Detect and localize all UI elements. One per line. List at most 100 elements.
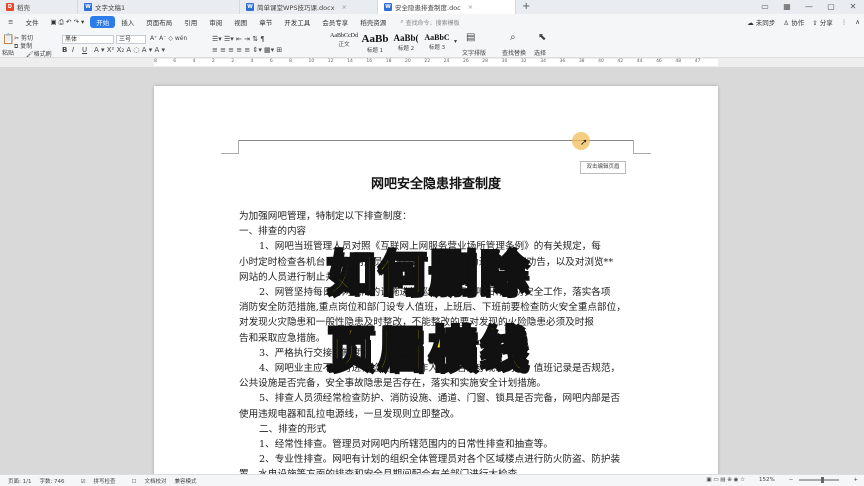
body-line[interactable]: 1、网吧当班管理人员对照《互联网上网服务营业场所管理条例》的有关规定，每 xyxy=(239,239,633,254)
underline-button[interactable]: U xyxy=(82,46,87,54)
document-page[interactable]: ➚ 双击编辑页眉 网吧安全隐患排查制度 为加强网吧管理，特制定以下排查制度： 一、… xyxy=(154,86,718,486)
checkbox-icon: ☐ xyxy=(131,478,137,485)
menu-right: ☁ 未同步 ♙ 协作 ⇪ 分享 ⋮ ∧ xyxy=(747,17,860,27)
zoom-level[interactable]: 152% xyxy=(759,477,775,483)
close-icon[interactable]: ✕ xyxy=(842,0,864,14)
body-line[interactable]: 二、排查的形式 xyxy=(239,422,633,437)
new-tab-button[interactable]: + xyxy=(516,0,536,14)
menu-view[interactable]: 视图 xyxy=(228,17,253,27)
ruler-tick-label: 20 xyxy=(405,59,411,64)
tab-document-2[interactable]: W 简单课堂WPS技巧课.docx × xyxy=(240,0,378,14)
style-heading-2[interactable]: AaBb( 标题 2 xyxy=(391,33,421,57)
zoom-in-icon[interactable]: + xyxy=(853,477,858,483)
grow-font-icon[interactable]: A⁺ A⁻ ◇ wén xyxy=(150,35,187,42)
menu-docer-resources[interactable]: 稻壳资源 xyxy=(354,17,392,27)
format-painter-button[interactable]: 🖌格式刷 xyxy=(26,49,52,58)
paste-icon[interactable]: 📋 xyxy=(2,34,14,45)
proofread-toggle[interactable]: ☐ 文档校对 xyxy=(124,477,167,485)
style-heading-1[interactable]: AaBb 标题 1 xyxy=(360,33,390,57)
tab-document-active[interactable]: W 安全隐患排查制度.doc × xyxy=(378,0,516,14)
body-line[interactable]: 网站的人员进行制止并教育。 xyxy=(239,270,633,285)
body-line[interactable]: 消防安全防范措施,重点岗位和部门设专人值班，上班后、下班前要检查防火安全重点部位… xyxy=(239,300,633,315)
cloud-icon: ☁ xyxy=(747,19,754,27)
body-line[interactable]: 5、排查人员须经常检查防护、消防设施、通道、门窗、锁具是否完备，网吧内部是否 xyxy=(239,391,633,406)
mouse-pointer-icon: ➚ xyxy=(580,138,588,148)
body-line[interactable]: 一、排查的内容 xyxy=(239,224,633,239)
align-icons[interactable]: ≡ ≡ ≡ ≡ ≡ ⇕▾ ▦▾ ⊞ xyxy=(212,46,282,54)
italic-button[interactable]: I xyxy=(72,46,74,54)
zoom-out-icon[interactable]: − xyxy=(789,477,794,483)
hamburger-icon[interactable]: ≡ xyxy=(2,18,19,26)
font-name-select[interactable]: 黑体 xyxy=(62,35,114,44)
style-normal[interactable]: AaBbCcDd 正文 xyxy=(330,33,358,57)
menu-references[interactable]: 引用 xyxy=(178,17,203,27)
horizontal-ruler[interactable]: 8 6 4 2 2 4 6 8 10 12 14 16 18 20 22 24 26 28 30 32 34 36 38 40… xyxy=(0,58,864,67)
tab-docer[interactable]: D 稻壳 xyxy=(0,0,78,14)
list-icons[interactable]: ☰▾ ☰▾ ⇤ ⇥ ⇅ ¶ xyxy=(212,35,265,43)
quick-access-icons[interactable]: ▣ ⎙ ↶ ↷ ▾ xyxy=(44,18,90,27)
text-layout-icon: ▤ xyxy=(466,32,476,43)
ribbon-toolbar: 📋 粘贴 ✂ 剪切 ⧉ 复制 🖌格式刷 黑体 三号 A⁺ A⁻ ◇ wén B … xyxy=(0,30,864,58)
menu-insert[interactable]: 插入 xyxy=(115,17,140,27)
status-right: ▣ ▭ ▤ ⊕ ◉ ☆ 152% − + xyxy=(698,477,858,483)
ruler-tick-label: 32 xyxy=(520,59,527,64)
share-button[interactable]: ⇪ 分享 xyxy=(812,17,833,27)
spell-check-toggle[interactable]: ☑ 拼写检查 xyxy=(73,477,116,485)
menu-page-layout[interactable]: 页面布局 xyxy=(140,17,178,27)
menu-review[interactable]: 审阅 xyxy=(203,17,228,27)
command-search[interactable]: ⌕ 查找命令、搜索模板 xyxy=(400,18,459,27)
sync-status[interactable]: ☁ 未同步 xyxy=(747,17,775,27)
ruler-tick-label: 30 xyxy=(501,59,508,64)
menu-file[interactable]: 文件 xyxy=(19,17,44,27)
body-line[interactable]: 小时定时检查各机台，对上网人员进行登记，对违规行为进行制止和劝告，以及对浏览** xyxy=(239,255,633,270)
styles-expand-icon[interactable]: ▾ xyxy=(454,38,457,45)
style-heading-3[interactable]: AaBbC 标题 3 xyxy=(422,33,452,57)
page-count[interactable]: 页面: 1/1 xyxy=(8,477,31,485)
body-line[interactable]: 2、网管坚持每日对网吧内的设施进行巡查，负责网吧日常消防安全工作，落实各项 xyxy=(239,285,633,300)
ruler-tick-label: 48 xyxy=(675,59,682,64)
word-count[interactable]: 字数: 746 xyxy=(39,477,64,485)
tile-icon[interactable]: ▭ xyxy=(754,0,776,14)
ruler-tick-label: 6 xyxy=(173,59,177,64)
menu-developer[interactable]: 开发工具 xyxy=(278,17,316,27)
document-body[interactable]: 为加强网吧管理，特制定以下排查制度： 一、排查的内容 1、网吧当班管理人员对照《互联… xyxy=(239,209,633,483)
ruler-scale: 8 6 4 2 2 4 6 8 10 12 14 16 18 20 22 24 26 28 30 32 34 36 38 40… xyxy=(154,59,718,66)
menu-home[interactable]: 开始 xyxy=(90,16,116,28)
minimize-icon[interactable]: — xyxy=(798,0,820,14)
view-mode-icons[interactable]: ▣ ▭ ▤ ⊕ ◉ ☆ xyxy=(706,477,745,483)
text-layout-button[interactable]: 文字排版 xyxy=(462,48,486,57)
maximize-icon[interactable]: ▢ xyxy=(820,0,842,14)
collaborate-button[interactable]: ♙ 协作 xyxy=(783,17,804,27)
bold-button[interactable]: B xyxy=(62,46,67,54)
body-line[interactable]: 告和采取应急措施。 xyxy=(239,331,633,346)
paste-button[interactable]: 粘贴 xyxy=(2,48,14,57)
body-line[interactable]: 为加强网吧管理，特制定以下排查制度： xyxy=(239,209,633,224)
command-search-placeholder: 查找命令、搜索模板 xyxy=(405,19,460,27)
close-tab-icon[interactable]: × xyxy=(468,3,473,11)
body-line[interactable]: 2、专业性排查。网吧有计划的组织全体管理员对各个区域楼点进行防火防盗、防护装 xyxy=(239,452,633,467)
find-replace-button[interactable]: 查找替换 xyxy=(502,48,526,57)
ruler-tick-label: 14 xyxy=(347,59,353,64)
menu-member[interactable]: 会员专享 xyxy=(316,17,354,27)
menu-section[interactable]: 章节 xyxy=(253,17,278,27)
header-margin-corner-right xyxy=(633,140,651,154)
ruler-tick-label: 2 xyxy=(231,59,235,64)
tab-document-1[interactable]: W 文字文稿1 xyxy=(78,0,240,14)
select-button[interactable]: 选择 xyxy=(534,48,546,57)
collapse-ribbon-icon[interactable]: ∧ xyxy=(855,18,860,26)
strikethrough-button[interactable]: A ▾ X² X₂ A ◌ A ▾ A ▾ xyxy=(94,46,165,54)
body-line[interactable]: 1、经常性排查。管理员对网吧内所辖范围内的日常性排查和抽查等。 xyxy=(239,437,633,452)
docer-icon: D xyxy=(6,3,14,11)
body-line[interactable]: 4、网吧业主应不定时进行检查员工工作人员是否遵守规章制度，值班记录是否规范， xyxy=(239,361,633,376)
font-size-select[interactable]: 三号 xyxy=(116,35,146,44)
more-icon[interactable]: ⋮ xyxy=(841,18,848,26)
body-line[interactable]: 3、严格执行交接班制度。 xyxy=(239,346,633,361)
zoom-slider[interactable] xyxy=(799,477,840,483)
body-line[interactable]: 公共设施是否完备，安全事故隐患是否存在，落实和实施安全计划措施。 xyxy=(239,376,633,391)
checkbox-icon: ☑ xyxy=(80,478,86,485)
ruler-tick-label: 28 xyxy=(482,59,488,64)
close-tab-icon[interactable]: × xyxy=(342,3,347,11)
body-line[interactable]: 使用违规电器和乱拉电源线，一旦发现则立即整改。 xyxy=(239,407,633,422)
grid-icon[interactable]: ▦ xyxy=(776,0,798,14)
body-line[interactable]: 对发现火灾隐患和一般性隐患及时整改，不能整改的要对发现的火险隐患必须及时报 xyxy=(239,315,633,330)
